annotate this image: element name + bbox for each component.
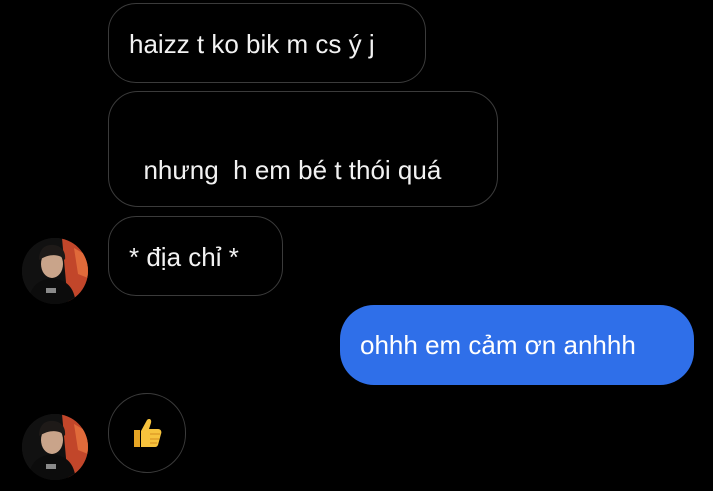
outgoing-message[interactable]: ohhh em cảm ơn anhhh xyxy=(340,305,694,385)
avatar-photo xyxy=(22,414,88,480)
incoming-message[interactable]: haizz t ko bik m cs ý j xyxy=(108,3,426,83)
incoming-message[interactable]: * địa chỉ * xyxy=(108,216,283,296)
message-text: ohhh em cảm ơn anhhh xyxy=(360,330,636,360)
message-text: haizz t ko bik m cs ý j xyxy=(129,29,375,59)
avatar-photo xyxy=(22,238,88,304)
like-reaction-message[interactable] xyxy=(108,393,186,473)
avatar[interactable] xyxy=(22,238,88,304)
message-text: nhưng h em bé t thói quá xyxy=(143,155,442,185)
incoming-message[interactable]: nhưng h em bé t thói quá r xyxy=(108,91,498,257)
thumbs-up-icon xyxy=(134,419,162,447)
message-text: * địa chỉ * xyxy=(129,242,239,272)
avatar[interactable] xyxy=(22,414,88,480)
